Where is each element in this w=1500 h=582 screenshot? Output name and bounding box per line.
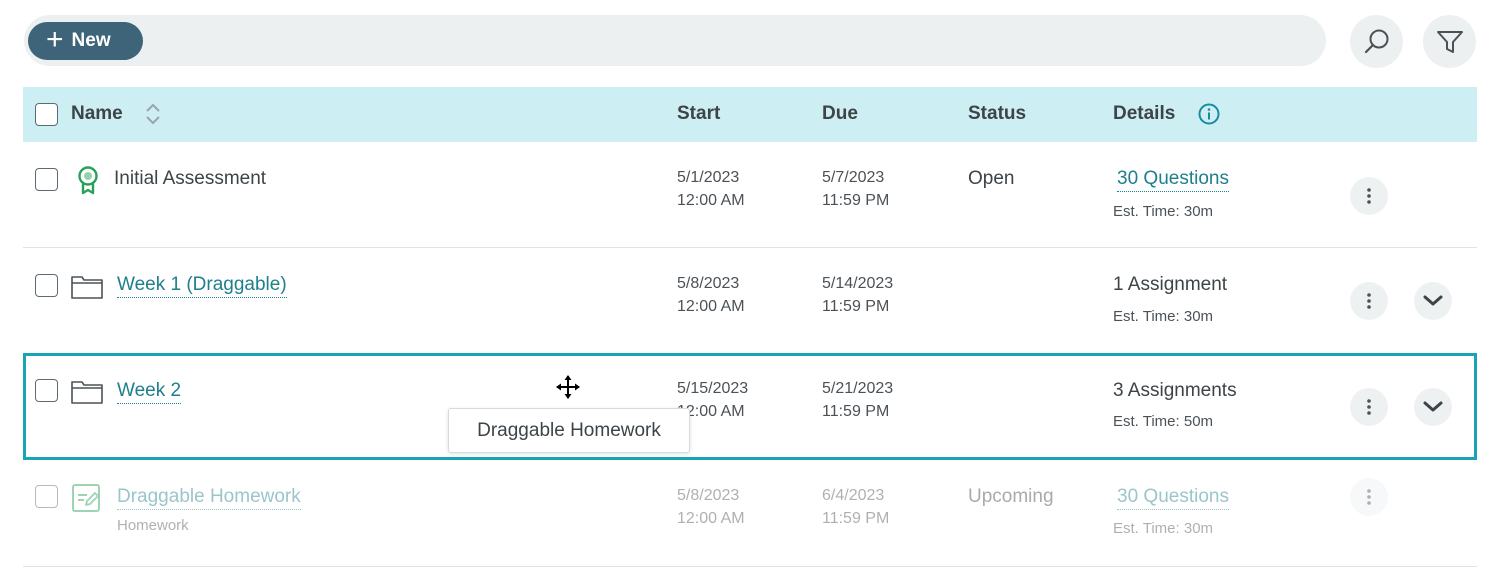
homework-icon — [72, 484, 100, 512]
kebab-icon — [1367, 489, 1371, 505]
due-date: 6/4/2023 — [822, 487, 885, 504]
toolbar-bar — [24, 15, 1326, 66]
row-divider — [23, 566, 1477, 567]
info-icon[interactable] — [1197, 102, 1221, 126]
more-options-button[interactable] — [1350, 282, 1388, 320]
est-time: Est. Time: 30m — [1113, 520, 1214, 537]
due-date: 5/21/2023 — [822, 380, 894, 397]
start-date: 5/15/2023 — [677, 380, 749, 397]
est-time: Est. Time: 50m — [1113, 413, 1214, 430]
expand-button[interactable] — [1414, 282, 1452, 320]
due-time: 11:59 PM — [822, 298, 890, 315]
chevron-down-icon — [1423, 295, 1443, 306]
column-header-name[interactable]: Name — [71, 103, 123, 125]
sort-icon[interactable] — [145, 100, 161, 128]
due-date: 5/14/2023 — [822, 275, 894, 292]
search-button[interactable] — [1350, 15, 1403, 68]
more-options-button[interactable] — [1350, 478, 1388, 516]
row-checkbox[interactable] — [35, 485, 58, 508]
item-name-link[interactable]: Draggable Homework — [117, 486, 301, 510]
column-header-due[interactable]: Due — [822, 103, 858, 125]
start-date: 5/8/2023 — [677, 487, 740, 504]
drag-tooltip: Draggable Homework — [448, 408, 690, 453]
details-text: 1 Assignment — [1113, 274, 1228, 295]
folder-icon — [71, 276, 103, 299]
due-time: 11:59 PM — [822, 510, 890, 527]
expand-button[interactable] — [1414, 388, 1452, 426]
row-checkbox[interactable] — [35, 168, 58, 191]
item-subtitle: Homework — [117, 517, 189, 534]
details-text: 3 Assignments — [1113, 380, 1237, 401]
row-divider — [23, 247, 1477, 248]
search-icon — [1364, 29, 1388, 53]
start-date: 5/1/2023 — [677, 169, 740, 186]
filter-button[interactable] — [1423, 15, 1476, 68]
status-text: Upcoming — [968, 486, 1054, 507]
kebab-icon — [1367, 399, 1371, 415]
est-time: Est. Time: 30m — [1113, 203, 1214, 220]
start-time: 12:00 AM — [677, 192, 745, 209]
new-button[interactable]: + New — [28, 22, 143, 60]
award-ribbon-icon — [78, 166, 98, 195]
kebab-icon — [1367, 293, 1371, 309]
select-all-checkbox[interactable] — [35, 103, 58, 126]
start-date: 5/8/2023 — [677, 275, 740, 292]
details-link[interactable]: 30 Questions — [1117, 168, 1229, 192]
due-date: 5/7/2023 — [822, 169, 885, 186]
row-checkbox[interactable] — [35, 274, 58, 297]
status-text: Open — [968, 168, 1015, 189]
item-name-link[interactable]: Week 1 (Draggable) — [117, 274, 287, 298]
move-cursor-icon — [556, 375, 580, 399]
row-checkbox[interactable] — [35, 379, 58, 402]
start-time: 12:00 AM — [677, 510, 745, 527]
more-options-button[interactable] — [1350, 177, 1388, 215]
column-header-details: Details — [1113, 103, 1176, 124]
chevron-down-icon — [1423, 401, 1443, 412]
column-header-status[interactable]: Status — [968, 103, 1026, 125]
est-time: Est. Time: 30m — [1113, 308, 1214, 325]
item-name[interactable]: Initial Assessment — [114, 168, 266, 190]
column-header-start[interactable]: Start — [677, 103, 720, 125]
due-time: 11:59 PM — [822, 192, 890, 209]
details-link[interactable]: 30 Questions — [1117, 486, 1229, 510]
filter-icon — [1436, 30, 1463, 53]
kebab-icon — [1367, 188, 1371, 204]
item-name-link[interactable]: Week 2 — [117, 380, 182, 404]
table-header — [23, 87, 1477, 142]
due-time: 11:59 PM — [822, 403, 890, 420]
drop-target-outline — [23, 353, 1477, 460]
plus-icon: + — [46, 22, 64, 56]
more-options-button[interactable] — [1350, 388, 1388, 426]
folder-icon — [71, 381, 103, 404]
new-button-label: New — [71, 30, 111, 51]
start-time: 12:00 AM — [677, 298, 745, 315]
